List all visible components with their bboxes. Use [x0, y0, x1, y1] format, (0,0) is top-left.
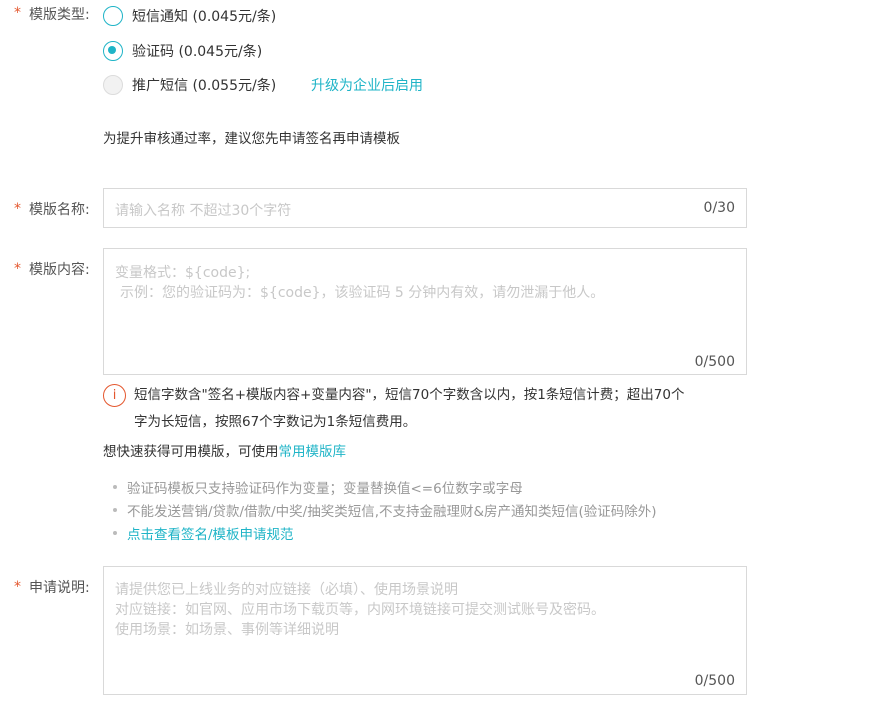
radio-label: 验证码 (0.045元/条) — [132, 44, 263, 60]
quick-text: 想快速获得可用模版，可使用 — [103, 444, 279, 460]
bullet-icon — [113, 531, 117, 535]
info-circle-icon: i — [103, 384, 126, 407]
quick-template-row: 想快速获得可用模版，可使用常用模版库 — [103, 440, 346, 460]
required-mark: * — [14, 579, 21, 595]
template-name-placeholder: 请输入名称 不超过30个字符 — [115, 203, 292, 219]
list-item[interactable]: 点击查看签名/模板申请规范 — [113, 524, 657, 547]
application-note-counter: 0/500 — [694, 673, 735, 689]
application-note-textarea[interactable]: 请提供您已上线业务的对应链接（必填）、使用场景说明 对应链接：如官网、应用市场下… — [103, 566, 747, 695]
bullet-icon — [113, 508, 117, 512]
note-placeholder-line3: 使用场景：如场景、事例等详细说明 — [115, 622, 339, 638]
warning-line2: 字为长短信，按照67个字数记为1条短信费用。 — [134, 414, 417, 430]
required-mark: * — [14, 201, 21, 217]
content-placeholder-line2: 示例：您的验证码为：${code}，该验证码 5 分钟内有效，请勿泄漏于他人。 — [120, 285, 605, 301]
radio-label: 推广短信 (0.055元/条) — [132, 78, 277, 94]
template-name-input[interactable]: 请输入名称 不超过30个字符 0/30 — [103, 188, 747, 228]
common-template-link[interactable]: 常用模版库 — [279, 444, 347, 460]
warning-line1: 短信字数含"签名+模版内容+变量内容"，短信70个字数含以内，按1条短信计费；超… — [134, 387, 685, 403]
template-name-counter: 0/30 — [703, 200, 735, 216]
upgrade-link[interactable]: 升级为企业后启用 — [311, 75, 423, 95]
rules-link[interactable]: 点击查看签名/模板申请规范 — [127, 527, 294, 543]
type-hint: 为提升审核通过率，建议您先申请签名再申请模板 — [103, 131, 400, 147]
list-item: 验证码模板只支持验证码作为变量；变量替换值<=6位数字或字母 — [113, 478, 657, 501]
application-note-label: 申请说明: — [29, 580, 90, 596]
required-mark: * — [14, 261, 21, 277]
note-placeholder-line1: 请提供您已上线业务的对应链接（必填）、使用场景说明 — [115, 582, 458, 598]
required-mark: * — [14, 5, 21, 21]
radio-circle-disabled — [103, 75, 123, 95]
bullet-icon — [113, 485, 117, 489]
template-content-counter: 0/500 — [694, 354, 735, 370]
content-placeholder-line1: 变量格式：${code}; — [115, 265, 251, 281]
list-item: 不能发送营销/贷款/借款/中奖/抽奖类短信,不支持金融理财&房产通知类短信(验证… — [113, 501, 657, 524]
template-content-textarea[interactable]: 变量格式：${code}; 示例：您的验证码为：${code}，该验证码 5 分… — [103, 248, 747, 375]
radio-verification-code[interactable]: 验证码 (0.045元/条) — [103, 41, 262, 61]
tip-text: 验证码模板只支持验证码作为变量；变量替换值<=6位数字或字母 — [127, 481, 523, 497]
radio-promotion-sms: 推广短信 (0.055元/条) — [103, 75, 276, 95]
radio-label: 短信通知 (0.045元/条) — [132, 9, 277, 25]
template-type-label: 模版类型: — [29, 7, 90, 23]
radio-circle-checked[interactable] — [103, 41, 123, 61]
radio-circle[interactable] — [103, 6, 123, 26]
template-name-label: 模版名称: — [29, 202, 90, 218]
note-placeholder-line2: 对应链接：如官网、应用市场下载页等，内网环境链接可提交测试账号及密码。 — [115, 602, 605, 618]
tip-text: 不能发送营销/贷款/借款/中奖/抽奖类短信,不支持金融理财&房产通知类短信(验证… — [127, 504, 657, 520]
template-content-label: 模版内容: — [29, 262, 90, 278]
tips-list: 验证码模板只支持验证码作为变量；变量替换值<=6位数字或字母 不能发送营销/贷款… — [113, 478, 657, 547]
radio-sms-notification[interactable]: 短信通知 (0.045元/条) — [103, 6, 276, 26]
